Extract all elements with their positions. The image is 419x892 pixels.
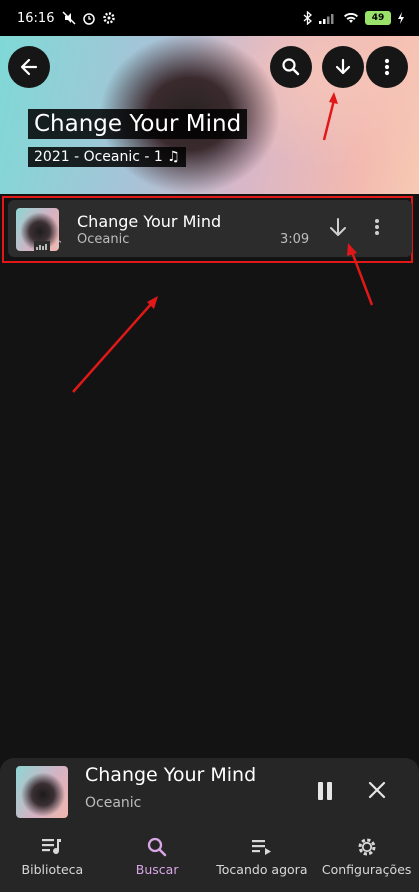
signal-icon xyxy=(319,14,334,24)
mini-player-artist: Oceanic xyxy=(85,795,142,811)
nav-item-label: Tocando agora xyxy=(216,862,308,877)
track-artist: Oceanic xyxy=(77,232,130,247)
status-time: 16:16 xyxy=(17,10,55,26)
download-album-button[interactable] xyxy=(322,46,364,88)
nav-item-label: Configurações xyxy=(321,862,412,877)
mini-player-title: Change Your Mind xyxy=(85,764,257,786)
track-duration: 3:09 xyxy=(280,232,310,247)
nav-item-settings[interactable]: Configurações xyxy=(314,826,419,892)
arrow-left-icon xyxy=(20,58,38,76)
search-icon xyxy=(147,837,167,857)
nav-item-label: Buscar xyxy=(135,862,179,877)
status-bar: 16:16 49 xyxy=(0,0,419,36)
pause-button[interactable] xyxy=(312,778,338,808)
download-icon xyxy=(330,218,346,236)
pause-icon xyxy=(318,782,332,800)
bottom-nav: Biblioteca Buscar Tocando agora Configur… xyxy=(0,826,419,892)
track-row[interactable]: ♪ Change Your Mind Oceanic 3:09 xyxy=(8,200,412,257)
mute-icon xyxy=(62,11,76,25)
library-music-icon xyxy=(42,839,62,855)
annotation-arrow xyxy=(72,296,158,393)
equalizer-icon xyxy=(34,241,50,251)
music-note-icon: ♪ xyxy=(55,238,63,251)
gear-icon xyxy=(358,838,376,856)
mini-player[interactable]: Change Your Mind Oceanic xyxy=(0,758,419,826)
download-icon xyxy=(335,58,351,75)
close-icon xyxy=(368,781,386,799)
track-thumbnail xyxy=(16,208,59,251)
search-icon xyxy=(282,58,300,76)
more-options-button[interactable] xyxy=(366,46,408,88)
nav-item-label: Biblioteca xyxy=(21,862,84,877)
album-meta: 2021 - Oceanic - 1 ♫ xyxy=(28,147,186,167)
bluetooth-icon xyxy=(303,11,312,25)
track-title: Change Your Mind xyxy=(77,212,222,231)
back-button[interactable] xyxy=(8,46,50,88)
alarm-icon xyxy=(83,13,96,25)
battery-indicator: 49 xyxy=(365,11,391,25)
search-button[interactable] xyxy=(270,46,312,88)
mini-player-artwork xyxy=(16,766,68,818)
nav-item-library[interactable]: Biblioteca xyxy=(0,826,105,892)
track-download-button[interactable] xyxy=(328,217,348,243)
more-vert-icon xyxy=(375,219,379,235)
settings-status-icon xyxy=(103,12,116,24)
nav-item-now-playing[interactable]: Tocando agora xyxy=(210,826,315,892)
nav-item-search[interactable]: Buscar xyxy=(105,826,210,892)
more-vert-icon xyxy=(384,58,390,76)
close-player-button[interactable] xyxy=(365,778,389,806)
wifi-icon xyxy=(344,12,358,23)
album-header: Change Your Mind 2021 - Oceanic - 1 ♫ xyxy=(0,36,419,194)
track-more-button[interactable] xyxy=(374,217,380,241)
album-title: Change Your Mind xyxy=(28,109,248,139)
charging-icon xyxy=(398,12,404,24)
playlist-play-icon xyxy=(251,840,271,855)
